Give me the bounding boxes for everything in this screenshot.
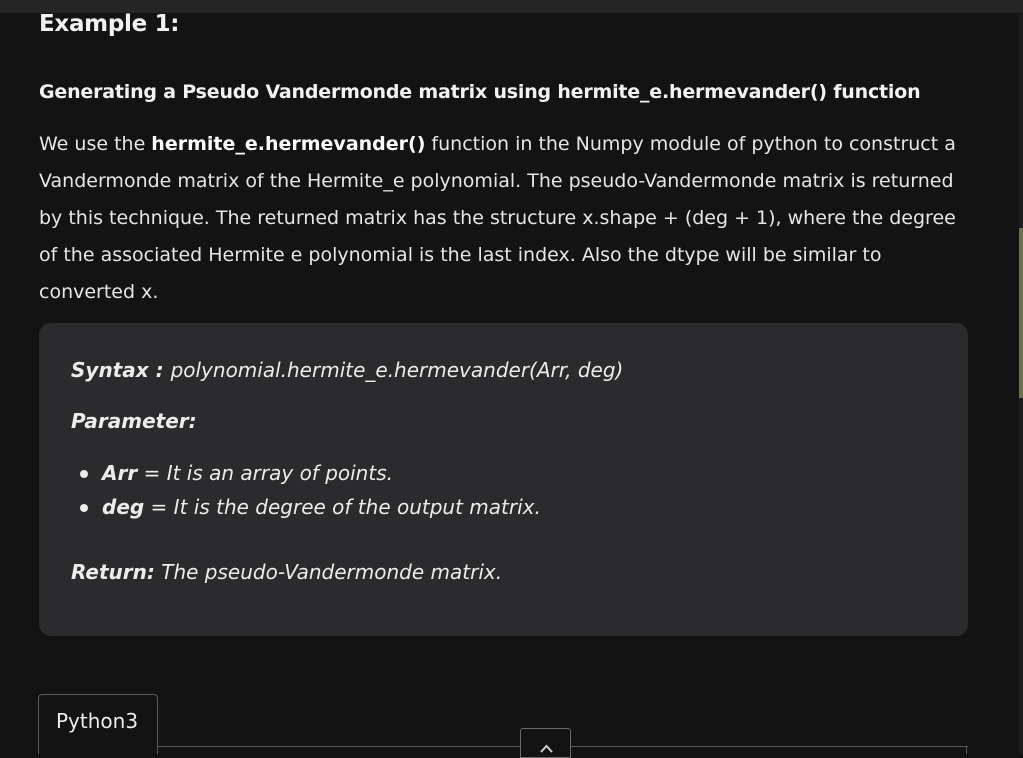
parameter-list: Arr = It is an array of points. deg = It… xyxy=(71,456,541,524)
parameter-item: Arr = It is an array of points. xyxy=(71,456,541,490)
return-value: The pseudo-Vandermonde matrix. xyxy=(154,560,503,584)
scrollbar-thumb[interactable] xyxy=(1019,228,1023,398)
tab-python3[interactable]: Python3 xyxy=(38,694,158,754)
return-line: Return: The pseudo-Vandermonde matrix. xyxy=(71,560,502,584)
parameter-desc: = It is an array of points. xyxy=(137,461,393,485)
section-sub-heading: Generating a Pseudo Vandermonde matrix u… xyxy=(39,81,921,103)
description-paragraph: We use the hermite_e.hermevander() funct… xyxy=(39,126,969,311)
parameter-name: deg xyxy=(102,495,145,519)
syntax-value: polynomial.hermite_e.hermevander(Arr, de… xyxy=(170,358,624,382)
parameter-label: Parameter: xyxy=(71,409,197,433)
paragraph-rest: function in the Numpy module of python t… xyxy=(39,133,956,303)
scrollbar-track[interactable] xyxy=(1019,13,1023,754)
chevron-up-icon xyxy=(540,744,553,753)
paragraph-intro: We use the xyxy=(39,133,152,155)
bullet-icon xyxy=(80,504,88,512)
tab-label: Python3 xyxy=(56,709,139,733)
code-block-border-right xyxy=(966,746,967,754)
parameter-desc: = It is the degree of the output matrix. xyxy=(144,495,541,519)
parameter-item: deg = It is the degree of the output mat… xyxy=(71,490,541,524)
return-label: Return: xyxy=(71,560,155,584)
syntax-box: Syntax : polynomial.hermite_e.hermevande… xyxy=(39,323,968,636)
syntax-line: Syntax : polynomial.hermite_e.hermevande… xyxy=(71,358,623,382)
bullet-icon xyxy=(80,470,88,478)
example-heading: Example 1: xyxy=(39,11,180,37)
function-name: hermite_e.hermevander() xyxy=(151,133,426,155)
syntax-label: Syntax : xyxy=(71,358,171,382)
parameter-name: Arr xyxy=(102,461,138,485)
